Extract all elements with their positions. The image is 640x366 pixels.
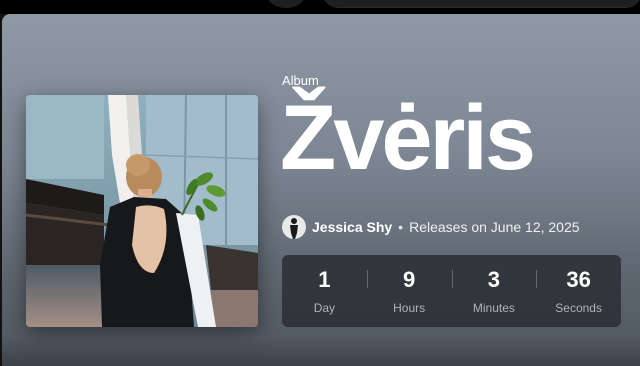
meta-separator: • [398, 219, 404, 235]
countdown-value: 1 [318, 267, 331, 292]
album-title: Žvėris [280, 87, 536, 189]
countdown-minutes: 3 Minutes [451, 255, 537, 327]
artist-silhouette-icon [290, 218, 298, 239]
artist-name-link[interactable]: Jessica Shy [312, 219, 392, 235]
home-button[interactable] [266, 0, 306, 8]
release-date-text: Releases on June 12, 2025 [409, 219, 580, 235]
album-type-label: Album [282, 73, 319, 88]
album-header: Album Žvėris Jessica Shy • Releases on J… [2, 14, 640, 366]
countdown-label: Day [313, 301, 336, 315]
panel-bottom-shade [2, 336, 640, 366]
countdown-value: 3 [487, 267, 500, 292]
countdown-hours: 9 Hours [366, 255, 452, 327]
release-countdown: 1 Day 9 Hours 3 Minutes 36 Seconds [282, 255, 621, 327]
countdown-label: Seconds [555, 301, 602, 315]
album-cover-image[interactable] [26, 95, 258, 327]
countdown-label: Minutes [472, 301, 515, 315]
album-meta-row: Jessica Shy • Releases on June 12, 2025 [282, 214, 580, 240]
countdown-label: Hours [393, 301, 426, 315]
top-bar [0, 0, 640, 14]
countdown-seconds: 36 Seconds [536, 255, 621, 327]
countdown-days: 1 Day [282, 255, 367, 327]
countdown-value: 9 [403, 267, 416, 292]
search-bar[interactable] [322, 0, 640, 8]
countdown-value: 36 [566, 267, 591, 292]
album-cover-art [26, 95, 258, 327]
artist-avatar[interactable] [282, 215, 306, 239]
